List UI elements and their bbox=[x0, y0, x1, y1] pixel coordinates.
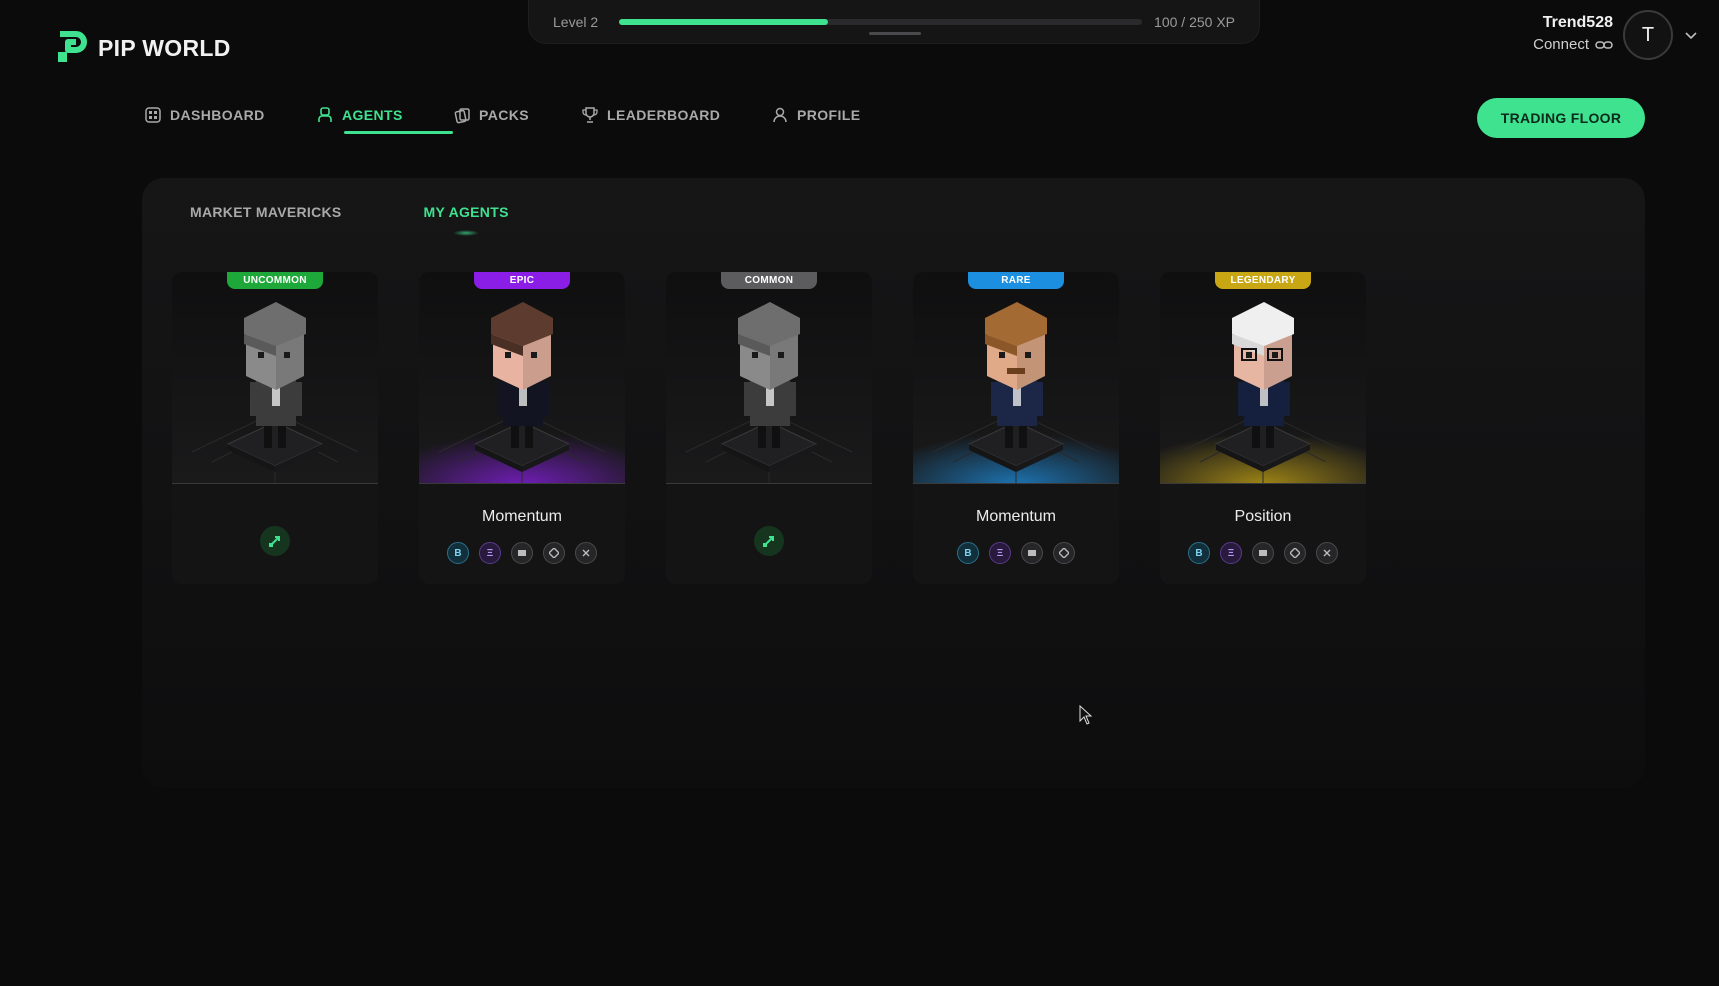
brand-logo[interactable]: PIP WORLD bbox=[56, 30, 231, 66]
nav-item-profile[interactable]: PROFILE bbox=[771, 106, 860, 130]
agent-icon bbox=[318, 107, 332, 122]
username: Trend528 bbox=[1542, 14, 1613, 31]
rarity-badge: COMMON bbox=[721, 272, 817, 289]
strategy-name: Momentum bbox=[481, 508, 563, 525]
assign-strategy-button[interactable] bbox=[260, 526, 290, 556]
nav-label-profile: PROFILE bbox=[797, 107, 861, 123]
coin-icon bbox=[511, 542, 533, 564]
close-coin-icon bbox=[1316, 542, 1338, 564]
packs-icon bbox=[454, 108, 470, 124]
tab-my-agents[interactable]: MY AGENTS bbox=[424, 204, 509, 236]
asset-coins: BΞ bbox=[419, 542, 625, 564]
agent-card[interactable]: UNCOMMON bbox=[172, 272, 378, 584]
tab-market-mavericks[interactable]: MARKET MAVERICKS bbox=[190, 204, 342, 220]
agent-portrait bbox=[913, 272, 1119, 484]
profile-icon bbox=[773, 107, 787, 123]
coin-icon bbox=[543, 542, 565, 564]
nav-item-dashboard[interactable]: DASHBOARD bbox=[144, 106, 316, 130]
rarity-badge: RARE bbox=[968, 272, 1064, 289]
nav-label-packs: PACKS bbox=[479, 107, 529, 123]
connect-link[interactable]: Connect bbox=[1533, 33, 1613, 57]
rarity-badge: EPIC bbox=[474, 272, 570, 289]
agent-portrait bbox=[666, 272, 872, 484]
nav-item-packs[interactable]: PACKS bbox=[453, 106, 581, 130]
xp-fill bbox=[619, 18, 829, 25]
mouse-cursor bbox=[1079, 705, 1093, 725]
xp-progress-bar: Level 2 100 / 250 XP bbox=[528, 0, 1260, 44]
agents-panel: MARKET MAVERICKS MY AGENTS UNCOMMON EPIC… bbox=[142, 178, 1645, 788]
link-icon bbox=[1595, 41, 1613, 49]
bitcoin-icon: B bbox=[447, 542, 469, 564]
user-info: Trend528 Connect bbox=[1533, 13, 1613, 57]
pip-logo-icon bbox=[58, 31, 87, 62]
coin-icon bbox=[1053, 542, 1075, 564]
assign-strategy-button[interactable] bbox=[754, 526, 784, 556]
strategy-name: Momentum bbox=[975, 508, 1057, 525]
ethereum-icon: Ξ bbox=[479, 542, 501, 564]
agent-card[interactable]: EPIC Momentum B Ξ bbox=[419, 272, 625, 584]
asset-coins: BΞ bbox=[913, 542, 1119, 564]
agent-card[interactable]: LEGENDARY Position B Ξ bbox=[1160, 272, 1366, 584]
strategy-name: Position bbox=[1234, 508, 1292, 525]
bitcoin-icon: B bbox=[957, 542, 979, 564]
dashboard-icon bbox=[145, 107, 161, 123]
app-root: Level 2 100 / 250 XP PIP WORLD Trend528 … bbox=[0, 0, 1719, 986]
asset-coins: BΞ bbox=[1160, 542, 1366, 564]
xp-drawer-handle[interactable] bbox=[869, 32, 921, 35]
coin-icon bbox=[1284, 542, 1306, 564]
nav-label-dashboard: DASHBOARD bbox=[170, 107, 265, 123]
avatar[interactable]: T bbox=[1623, 10, 1673, 60]
ethereum-icon: Ξ bbox=[989, 542, 1011, 564]
ethereum-icon: Ξ bbox=[1220, 542, 1242, 564]
agent-tabs: MARKET MAVERICKS MY AGENTS bbox=[190, 204, 509, 236]
main-nav: DASHBOARD AGENTS PACKS LEADERBOARD PROFI… bbox=[144, 106, 860, 134]
bitcoin-icon: B bbox=[1188, 542, 1210, 564]
brand-name: PIP WORLD bbox=[98, 34, 231, 61]
xp-track bbox=[619, 18, 1143, 25]
assign-strategy-icon bbox=[269, 536, 280, 547]
nav-label-leaderboard: LEADERBOARD bbox=[607, 107, 721, 123]
agent-portrait bbox=[1160, 272, 1366, 484]
coin-icon bbox=[1252, 542, 1274, 564]
agent-portrait bbox=[172, 272, 378, 484]
assign-strategy-icon bbox=[763, 536, 774, 547]
user-menu[interactable]: Trend528 Connect T bbox=[1533, 10, 1699, 60]
trading-floor-button[interactable]: TRADING FLOOR bbox=[1477, 98, 1645, 138]
xp-amount-label: 100 / 250 XP bbox=[1154, 13, 1235, 30]
agent-card[interactable]: RARE Momentum B Ξ bbox=[913, 272, 1119, 584]
agent-card-grid: UNCOMMON EPIC Momentum B Ξ COMMON RARE M… bbox=[172, 272, 1366, 584]
chevron-down-icon[interactable] bbox=[1683, 27, 1699, 43]
nav-item-leaderboard[interactable]: LEADERBOARD bbox=[581, 106, 771, 130]
connect-label: Connect bbox=[1533, 36, 1589, 53]
close-coin-icon bbox=[575, 542, 597, 564]
xp-level-label: Level 2 bbox=[553, 13, 599, 30]
coin-icon bbox=[1021, 542, 1043, 564]
trophy-icon bbox=[582, 107, 598, 123]
nav-label-agents: AGENTS bbox=[342, 107, 403, 123]
rarity-badge: UNCOMMON bbox=[227, 272, 323, 289]
agent-card[interactable]: COMMON bbox=[666, 272, 872, 584]
agent-portrait bbox=[419, 272, 625, 484]
nav-item-agents[interactable]: AGENTS bbox=[316, 106, 453, 134]
rarity-badge: LEGENDARY bbox=[1215, 272, 1311, 289]
